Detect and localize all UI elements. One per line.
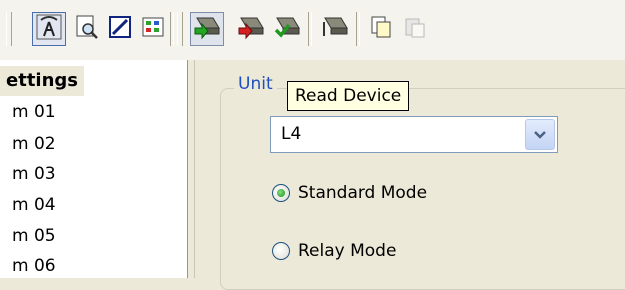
relay-mode-label[interactable]: Relay Mode [298,241,396,261]
send-device-button[interactable] [318,12,352,46]
toolbar-separator [170,12,174,46]
unit-group-label: Unit [234,74,277,94]
toolbar-grip[interactable] [177,12,183,46]
write-device-button[interactable] [234,12,268,46]
tree-item[interactable]: m 04 [12,195,56,215]
verify-device-button[interactable] [270,12,304,46]
print-preview-icon [75,14,99,44]
copy-icon [369,15,393,43]
palette-icon [141,15,165,43]
relay-mode-radio[interactable] [272,242,290,260]
edit-button[interactable] [103,12,137,46]
tree-item[interactable]: m 03 [12,164,56,184]
print-preview-button[interactable] [70,12,104,46]
toolbar-separator [356,12,360,46]
read-device-tooltip: Read Device [287,81,410,111]
palette-button[interactable] [136,12,170,46]
relay-mode-radio-row[interactable]: Relay Mode [272,236,396,266]
copy-button[interactable] [364,12,398,46]
paste-icon [403,15,427,43]
unit-combobox[interactable]: L4 [270,116,558,153]
antenna-button[interactable] [32,12,66,46]
tree-item[interactable]: m 05 [12,226,56,246]
dropdown-button[interactable] [525,119,555,150]
standard-mode-radio-row[interactable]: Standard Mode [272,178,427,208]
settings-tree: ettings m 01 m 02 m 03 m 04 m 05 m 06 [0,60,188,278]
tree-item[interactable]: m 06 [12,256,56,276]
verify-device-icon [273,14,301,44]
write-device-icon [237,14,265,44]
tree-header[interactable]: ettings [0,66,84,96]
read-device-icon [193,14,221,44]
read-device-button[interactable] [190,12,224,46]
edit-icon [108,15,132,43]
tree-item[interactable]: m 02 [12,134,56,154]
toolbar-grip[interactable] [6,12,12,46]
toolbar-separator [308,12,312,46]
radio-selected-dot [277,189,285,197]
tree-item[interactable]: m 01 [12,102,56,122]
antenna-icon [36,14,62,44]
panel-splitter[interactable] [188,60,195,278]
standard-mode-label[interactable]: Standard Mode [298,183,427,203]
send-device-icon [321,14,349,44]
standard-mode-radio[interactable] [272,184,290,202]
paste-button[interactable] [398,12,432,46]
chevron-down-icon [533,125,547,144]
unit-combobox-value: L4 [281,124,302,144]
toolbar [0,0,625,61]
